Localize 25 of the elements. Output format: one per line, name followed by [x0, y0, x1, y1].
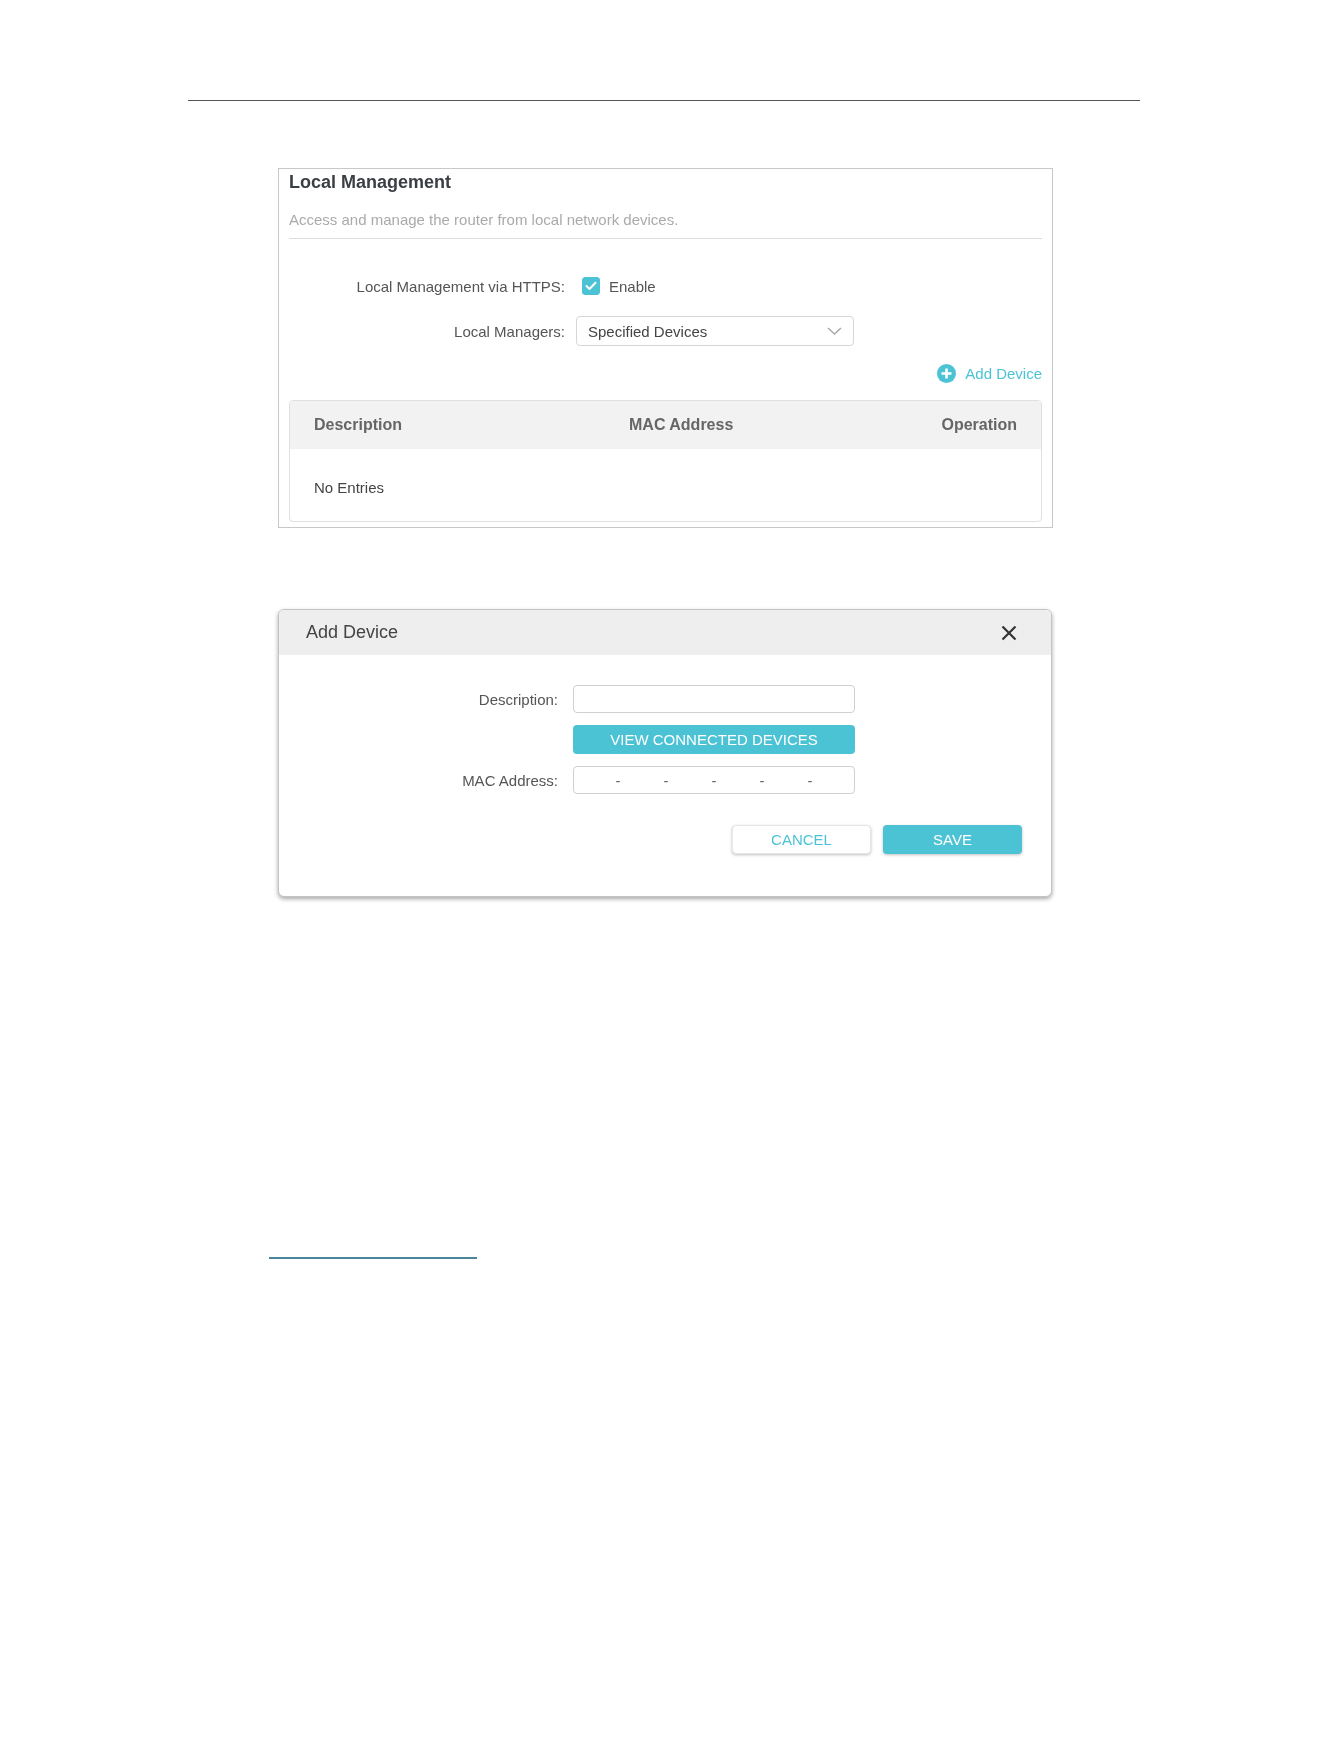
dialog-title: Add Device — [306, 622, 399, 643]
empty-message: No Entries — [314, 478, 385, 496]
close-icon — [1001, 624, 1017, 641]
field-label: MAC Address: — [462, 771, 558, 789]
field-label: Description: — [478, 690, 558, 708]
chevron-down-icon — [827, 327, 842, 335]
field-label: Local Managers: — [454, 322, 565, 340]
field-label: Local Management via HTTPS: — [356, 277, 565, 295]
plus-circle-icon — [937, 363, 957, 383]
cancel-button[interactable]: CANCEL — [732, 825, 871, 854]
mac-address-field[interactable]: - - - - - — [573, 766, 855, 794]
panel-title: Local Management — [289, 171, 453, 194]
column-header: MAC Address — [629, 416, 735, 434]
close-button[interactable] — [1001, 624, 1017, 641]
description-input[interactable] — [573, 685, 855, 713]
save-button[interactable]: SAVE — [883, 825, 1022, 854]
enable-checkbox[interactable] — [582, 277, 600, 295]
column-header: Operation — [941, 416, 1017, 434]
panel-description: Access and manage the router from local network devices. — [289, 210, 680, 230]
add-device-link[interactable]: Add Device — [937, 362, 1042, 384]
local-managers-select[interactable]: Specified Devices — [576, 316, 854, 346]
column-header: Description — [314, 416, 403, 434]
view-connected-devices-button[interactable]: VIEW CONNECTED DEVICES — [573, 725, 855, 754]
checkbox-label: Enable — [609, 277, 656, 295]
checkmark-icon — [585, 281, 597, 291]
